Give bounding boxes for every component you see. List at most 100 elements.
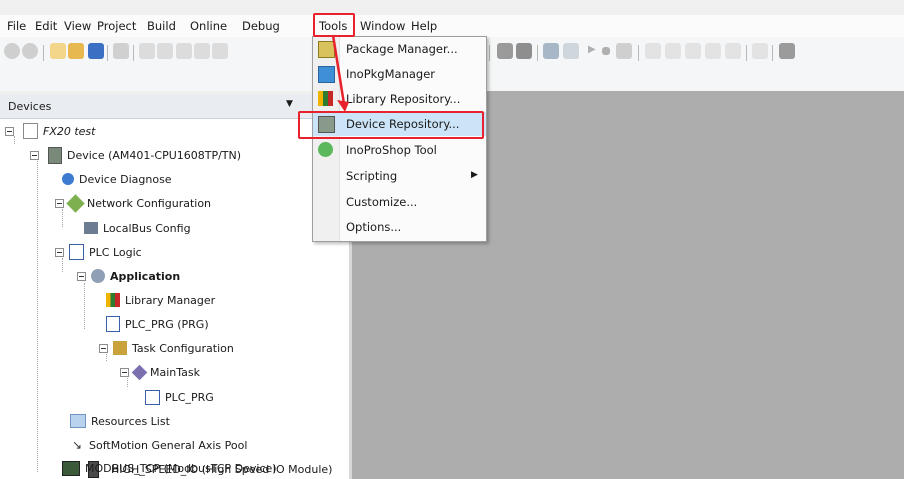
tree-label-device: Device (AM401-CPU1608TP/TN) bbox=[67, 148, 242, 162]
step-over-icon[interactable] bbox=[645, 43, 661, 59]
plc-logic-icon bbox=[69, 244, 84, 260]
menu-debug[interactable]: Debug bbox=[242, 19, 280, 33]
diagnose-icon bbox=[62, 173, 74, 185]
run-to-cursor-icon[interactable] bbox=[705, 43, 721, 59]
start-icon[interactable]: ▶ bbox=[588, 44, 596, 55]
download-icon[interactable] bbox=[516, 43, 532, 59]
login-icon[interactable] bbox=[543, 43, 559, 59]
new-project-icon[interactable] bbox=[50, 43, 66, 59]
menu-window[interactable]: Window bbox=[360, 19, 405, 33]
devices-panel-title: Devices bbox=[8, 100, 52, 113]
tree-node-softmotion-pool[interactable]: ↘ SoftMotion General Axis Pool bbox=[70, 435, 247, 455]
menu-item-label: Customize... bbox=[346, 195, 418, 209]
task-icon bbox=[131, 364, 148, 380]
save-icon[interactable] bbox=[88, 43, 104, 59]
undo-icon[interactable] bbox=[139, 43, 155, 59]
list-table-icon bbox=[70, 414, 86, 428]
library-books-icon bbox=[106, 293, 120, 307]
tree-label-resources-list: Resources List bbox=[91, 414, 170, 428]
tree-node-task-configuration[interactable]: Task Configuration bbox=[99, 338, 234, 358]
menu-item-customize[interactable]: Customize... bbox=[313, 190, 486, 214]
menu-item-options[interactable]: Options... bbox=[313, 215, 486, 239]
tree-node-main-task[interactable]: MainTask bbox=[120, 362, 200, 382]
network-tools-icon bbox=[66, 193, 85, 213]
plc-device-icon bbox=[48, 146, 62, 164]
tree-label-plc-prg: PLC_PRG bbox=[165, 390, 214, 404]
tree-label-softmotion-pool: SoftMotion General Axis Pool bbox=[89, 438, 248, 452]
localbus-icon bbox=[84, 222, 98, 234]
tree-node-network-configuration[interactable]: Network Configuration bbox=[55, 193, 211, 213]
tree-label-task-configuration: Task Configuration bbox=[132, 341, 234, 355]
tree-node-project[interactable]: FX20 test bbox=[5, 121, 95, 141]
panel-dropdown-icon[interactable]: ▼ bbox=[286, 99, 293, 109]
devices-tree: FX20 test Device (AM401-CPU1608TP/TN) De… bbox=[0, 119, 350, 479]
menu-edit[interactable]: Edit bbox=[35, 19, 57, 33]
tree-node-plc-logic[interactable]: PLC Logic bbox=[55, 242, 142, 262]
redo-icon[interactable] bbox=[157, 43, 173, 59]
menu-item-label: Options... bbox=[346, 220, 402, 234]
menu-online[interactable]: Online bbox=[190, 19, 227, 33]
tree-label-plc-prg-prg: PLC_PRG (PRG) bbox=[125, 317, 209, 331]
menu-view[interactable]: View bbox=[64, 19, 91, 33]
login-grid-icon[interactable] bbox=[497, 43, 513, 59]
cut-icon[interactable] bbox=[176, 43, 192, 59]
menu-item-label: Package Manager... bbox=[346, 42, 458, 56]
modbus-device-icon bbox=[62, 460, 80, 476]
menu-item-inoproshop-tool[interactable]: InoProShop Tool bbox=[313, 138, 486, 162]
step-into-icon[interactable] bbox=[665, 43, 681, 59]
tree-node-library-manager[interactable]: Library Manager bbox=[106, 290, 215, 310]
program-icon bbox=[106, 316, 120, 332]
tree-label-main-task: MainTask bbox=[150, 365, 200, 379]
menu-item-label: InoProShop Tool bbox=[346, 143, 437, 157]
debug-settings-icon[interactable] bbox=[779, 43, 795, 59]
forward-icon[interactable] bbox=[22, 43, 38, 59]
gear-green-icon bbox=[318, 142, 333, 157]
axis-icon: ↘ bbox=[71, 438, 83, 452]
collapse-icon[interactable] bbox=[120, 368, 129, 377]
tree-node-plc-prg[interactable]: PLC_PRG bbox=[145, 387, 214, 407]
tree-node-modbus-tcp[interactable]: MODBUS_TCP (ModbusTCP Device) bbox=[62, 458, 277, 478]
tree-node-plc-prg-prg[interactable]: PLC_PRG (PRG) bbox=[106, 314, 209, 334]
tree-node-localbus-config[interactable]: LocalBus Config bbox=[84, 218, 191, 238]
paste-icon[interactable] bbox=[212, 43, 228, 59]
project-file-icon bbox=[23, 123, 38, 139]
logout-icon[interactable] bbox=[563, 43, 579, 59]
tree-label-modbus-tcp: MODBUS_TCP (ModbusTCP Device) bbox=[85, 461, 277, 475]
annotation-arrow-icon bbox=[331, 34, 349, 112]
back-icon[interactable] bbox=[4, 43, 20, 59]
tree-label-plc-logic: PLC Logic bbox=[89, 245, 142, 259]
breakpoint-icon[interactable] bbox=[725, 43, 741, 59]
submenu-arrow-icon: ▶ bbox=[471, 170, 478, 180]
collapse-icon[interactable] bbox=[5, 127, 14, 136]
tree-label-library-manager: Library Manager bbox=[125, 293, 216, 307]
tree-node-resources-list[interactable]: Resources List bbox=[70, 411, 170, 431]
step-out-icon[interactable] bbox=[685, 43, 701, 59]
tree-label-device-diagnose: Device Diagnose bbox=[79, 172, 172, 186]
collapse-icon[interactable] bbox=[77, 272, 86, 281]
menu-file[interactable]: File bbox=[7, 19, 26, 33]
menu-item-label: Library Repository... bbox=[346, 92, 461, 106]
task-configuration-icon bbox=[113, 341, 127, 355]
tree-node-application[interactable]: Application bbox=[77, 266, 180, 286]
program-call-icon bbox=[145, 389, 160, 405]
reset-icon[interactable] bbox=[616, 43, 632, 59]
collapse-icon[interactable] bbox=[99, 344, 108, 353]
collapse-icon[interactable] bbox=[55, 248, 64, 257]
tree-node-device-diagnose[interactable]: Device Diagnose bbox=[62, 169, 172, 189]
application-gear-icon bbox=[91, 269, 105, 283]
print-icon[interactable] bbox=[113, 43, 129, 59]
stop-icon[interactable] bbox=[602, 47, 610, 55]
menu-project[interactable]: Project bbox=[97, 19, 136, 33]
tree-node-device[interactable]: Device (AM401-CPU1608TP/TN) bbox=[30, 145, 241, 165]
flow-icon[interactable] bbox=[752, 43, 768, 59]
tree-label-localbus-config: LocalBus Config bbox=[103, 221, 191, 235]
menu-item-label: Scripting bbox=[346, 169, 398, 183]
menu-item-scripting[interactable]: Scripting ▶ bbox=[313, 164, 486, 188]
menu-build[interactable]: Build bbox=[147, 19, 176, 33]
collapse-icon[interactable] bbox=[30, 151, 39, 160]
copy-icon[interactable] bbox=[194, 43, 210, 59]
open-folder-icon[interactable] bbox=[68, 43, 84, 59]
menu-help[interactable]: Help bbox=[411, 19, 437, 33]
collapse-icon[interactable] bbox=[55, 199, 64, 208]
tree-label-application: Application bbox=[110, 269, 181, 283]
